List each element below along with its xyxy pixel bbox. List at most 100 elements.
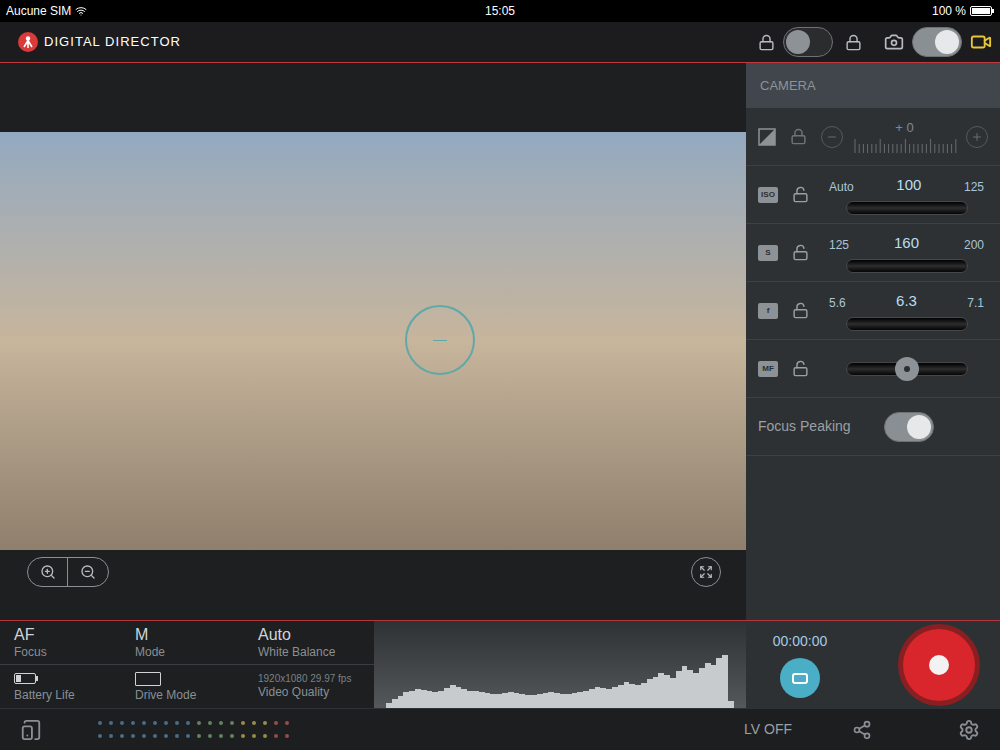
zoom-out-button[interactable] <box>68 558 108 586</box>
meter-dot <box>142 721 146 725</box>
meter-dot <box>263 721 267 725</box>
info-label: White Balance <box>258 645 335 660</box>
histogram-bar <box>728 701 734 708</box>
focus-point[interactable] <box>405 305 475 375</box>
unlock-icon[interactable] <box>792 360 809 377</box>
zoom-in-icon <box>40 564 56 580</box>
dial-left-value[interactable]: Auto <box>829 178 854 196</box>
wifi-icon <box>75 5 87 17</box>
audio-meter <box>98 721 289 738</box>
meter-dot <box>241 734 245 738</box>
meter-dot <box>175 721 179 725</box>
gear-icon[interactable] <box>958 719 980 741</box>
dial-right-value[interactable]: 7.1 <box>967 294 984 312</box>
plus-button[interactable] <box>966 126 988 148</box>
meter-dot <box>98 734 102 738</box>
fullscreen-icon <box>699 565 713 579</box>
record-panel: 00:00:00 <box>746 621 1000 708</box>
bottom-section: AFFocus MMode AutoWhite Balance Battery Lif… <box>0 620 1000 708</box>
mode-switch[interactable] <box>912 27 962 57</box>
info-value: Auto <box>258 625 335 645</box>
fullscreen-button[interactable] <box>691 557 721 587</box>
info-cell[interactable]: AutoWhite Balance <box>244 621 349 664</box>
meter-dot <box>219 734 223 738</box>
lock-icon[interactable] <box>790 128 807 145</box>
unlock-icon[interactable] <box>792 186 809 203</box>
meter-dot <box>230 721 234 725</box>
meter-dot <box>252 734 256 738</box>
minus-button[interactable] <box>821 126 843 148</box>
info-label: Battery Life <box>14 688 75 703</box>
meter-dot <box>197 734 201 738</box>
info-label: Drive Mode <box>135 688 196 703</box>
meter-dot <box>219 721 223 725</box>
meter-dot <box>120 721 124 725</box>
lock-icon <box>758 34 775 51</box>
info-value: AF <box>14 625 47 645</box>
info-cell[interactable]: 1920x1080 29.97 fpsVideo Quality <box>244 665 365 709</box>
focus-slider[interactable] <box>846 362 968 376</box>
meter-dot <box>274 721 278 725</box>
dial-wheel[interactable] <box>846 317 968 331</box>
lock-switch[interactable] <box>783 27 833 57</box>
info-cell[interactable]: AFFocus <box>0 621 61 664</box>
video-icon[interactable] <box>970 31 992 53</box>
meter-dot <box>263 734 267 738</box>
plus-icon <box>971 131 983 143</box>
exposure-scale-icon[interactable] <box>853 137 957 153</box>
dial-value: 100 <box>896 174 921 197</box>
info-cell[interactable]: Battery Life <box>0 665 89 709</box>
meter-dot <box>131 721 135 725</box>
meter-dot <box>230 734 234 738</box>
dial-row: ISOAuto100125 <box>746 166 1000 224</box>
meter-dot <box>120 734 124 738</box>
meter-dot <box>285 721 289 725</box>
focus-peaking-toggle[interactable] <box>884 412 934 442</box>
toggle-knob <box>786 30 810 54</box>
meter-dot <box>186 734 190 738</box>
meter-dot <box>109 734 113 738</box>
meter-dot <box>197 721 201 725</box>
dial-left-value[interactable]: 5.6 <box>829 294 846 312</box>
meter-dot <box>131 734 135 738</box>
info-value: M <box>135 625 165 645</box>
record-button[interactable] <box>898 624 980 706</box>
live-view-toggle[interactable]: LV OFF <box>744 719 792 740</box>
device-icon[interactable] <box>20 719 42 741</box>
share-icon[interactable] <box>852 720 872 740</box>
dial-value: 160 <box>894 232 919 255</box>
toggle-label: Focus Peaking <box>758 416 851 437</box>
camera-icon[interactable] <box>884 32 904 52</box>
dial-right-value[interactable]: 125 <box>964 178 984 196</box>
histogram <box>374 621 746 708</box>
info-grid: AFFocus MMode AutoWhite Balance Battery Lif… <box>0 621 374 708</box>
live-view-column <box>0 63 746 620</box>
dial-right-value[interactable]: 200 <box>964 236 984 254</box>
info-cell[interactable]: MMode <box>121 621 179 664</box>
carrier: Aucune SIM <box>6 2 71 20</box>
meter-dot <box>153 721 157 725</box>
focus-slider-knob[interactable] <box>895 357 919 381</box>
meter-dot <box>164 721 168 725</box>
live-view[interactable] <box>0 132 746 550</box>
panel-header: CAMERA <box>746 63 1000 108</box>
unlock-icon[interactable] <box>792 244 809 261</box>
zoom-in-button[interactable] <box>28 558 68 586</box>
meter-dot <box>186 721 190 725</box>
dial-left-value[interactable]: 125 <box>829 236 849 254</box>
minus-icon <box>826 131 838 143</box>
info-cell[interactable]: Drive Mode <box>121 665 210 709</box>
app-title: DIGITAL DIRECTOR <box>44 32 181 52</box>
info-label: Focus <box>14 645 47 660</box>
row-badge: S <box>758 245 778 261</box>
logo-icon <box>18 32 38 52</box>
meter-dot <box>252 721 256 725</box>
playback-button[interactable] <box>780 658 820 698</box>
dial-wheel[interactable] <box>846 201 968 215</box>
main-area: CAMERA+ 0ISOAuto100125S125160200f5.66.37… <box>0 63 1000 620</box>
unlock-icon[interactable] <box>792 302 809 319</box>
histogram-bar <box>722 655 728 708</box>
app: Aucune SIM15:05100 %DIGITAL DIRECTORCAME… <box>0 0 1000 750</box>
toggle-row: Focus Peaking <box>746 398 1000 456</box>
dial-wheel[interactable] <box>846 259 968 273</box>
